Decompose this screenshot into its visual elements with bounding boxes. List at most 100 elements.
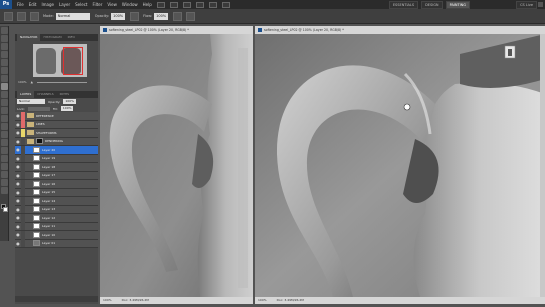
layer-row[interactable]: ● Layer 13 [15, 205, 98, 214]
cs-live-button[interactable]: CS Live [516, 1, 537, 9]
tab-paths[interactable]: PATHS [57, 91, 72, 98]
navigator-zoom-row: 100% ▲ [18, 79, 98, 85]
layer-row[interactable]: ● Layer 14 [15, 196, 98, 206]
document-tab-right[interactable]: softening_steel_LP02 @ 100% (Layer 20, R… [255, 26, 545, 34]
healing-tool-icon[interactable] [0, 75, 8, 82]
layer-row[interactable]: ● Layer 12 [15, 213, 98, 223]
marquee-tool-icon[interactable] [0, 35, 8, 42]
blur-tool-icon[interactable] [0, 123, 8, 130]
layer-row[interactable]: ● Layer 15 [15, 188, 98, 197]
eraser-tool-icon[interactable] [0, 107, 8, 114]
workspace-painting[interactable]: PAINTING [445, 1, 470, 9]
brush-tool-icon[interactable] [4, 11, 13, 21]
menu-view[interactable]: View [107, 0, 117, 9]
vertical-scrollbar-right[interactable] [540, 34, 545, 297]
menu-layer[interactable]: Layer [59, 0, 70, 9]
layer-thumbnail [33, 189, 40, 196]
canvas-left[interactable] [100, 34, 253, 297]
tab-histogram[interactable]: HISTOGRAM [40, 34, 64, 41]
pen-tool-icon[interactable] [0, 139, 8, 146]
layer-row[interactable]: ● Layer 18 [15, 162, 98, 172]
gradient-tool-icon[interactable] [0, 115, 8, 122]
zoom-out-icon[interactable]: ▲ [31, 80, 33, 84]
pressure-size-icon[interactable] [186, 11, 196, 21]
minibridge-icon[interactable] [169, 1, 178, 8]
layer-group-row[interactable]: ● LINES [15, 120, 98, 129]
menu-file[interactable]: File [17, 0, 24, 9]
navigator-zoom-slider[interactable] [36, 81, 87, 83]
layer-row[interactable]: ● Layer 10 [15, 230, 98, 240]
type-tool-icon[interactable] [0, 147, 8, 154]
opacity-field[interactable]: 100% [111, 12, 126, 20]
navigator-zoom-value[interactable]: 100% [18, 80, 27, 84]
eyedropper-tool-icon[interactable] [0, 67, 8, 74]
menu-window[interactable]: Window [122, 0, 138, 9]
layer-thumbnail [33, 214, 40, 221]
quick-select-tool-icon[interactable] [0, 51, 8, 58]
layer-mask-thumbnail[interactable] [36, 138, 43, 145]
mode-select[interactable]: Normal [55, 12, 90, 20]
layer-color-label [21, 154, 25, 163]
hand-tool-icon[interactable] [195, 1, 204, 8]
shape-tool-icon[interactable] [0, 163, 8, 170]
pressure-opacity-icon[interactable] [130, 11, 140, 21]
tab-layers[interactable]: LAYERS [17, 91, 35, 98]
dodge-tool-icon[interactable] [0, 131, 8, 138]
layer-row[interactable]: ● Layer 19 [15, 154, 98, 163]
lock-icons[interactable] [27, 106, 50, 111]
menu-select[interactable]: Select [75, 0, 87, 9]
layer-color-label [21, 239, 25, 248]
layer-row[interactable]: ● Layer 17 [15, 171, 98, 180]
layer-opacity-label: Opacity: [48, 99, 61, 104]
brush-panel-icon[interactable] [30, 11, 39, 21]
bridge-icon[interactable] [156, 1, 165, 8]
layer-row[interactable]: ● Layer 20 [15, 145, 98, 155]
menu-edit[interactable]: Edit [29, 0, 37, 9]
zoom-field-right[interactable]: 100% [258, 297, 267, 304]
tab-channels[interactable]: CHANNELS [34, 91, 56, 98]
path-select-tool-icon[interactable] [0, 155, 8, 162]
brush-preset-icon[interactable] [17, 11, 26, 21]
layer-opacity-field[interactable]: 100% [63, 99, 76, 104]
workspace-essentials[interactable]: ESSENTIALS [388, 1, 419, 9]
layer-row[interactable]: ● Layer 11 [15, 222, 98, 231]
navigator-thumbnail[interactable] [33, 44, 87, 77]
screen-mode-icon[interactable] [221, 1, 230, 8]
layer-group-row[interactable]: ● REFERENCE [15, 111, 98, 121]
tab-navigator[interactable]: NAVIGATOR [17, 34, 41, 41]
brush-tool-icon[interactable] [0, 83, 8, 90]
hand-tool-icon[interactable] [0, 179, 8, 186]
layer-group-row[interactable]: ● SHAPEFORMS [15, 128, 98, 138]
airbrush-icon[interactable] [173, 11, 183, 21]
zoom-level-icon[interactable] [182, 1, 191, 8]
trash-icon-body [508, 49, 512, 56]
history-brush-tool-icon[interactable] [0, 99, 8, 106]
layer-row[interactable]: ● Layer 01 [15, 239, 98, 248]
window-controls[interactable] [538, 2, 543, 7]
flow-field[interactable]: 100% [154, 12, 169, 20]
canvas-right[interactable] [255, 34, 545, 297]
fill-field[interactable]: 100% [60, 106, 74, 111]
document-icon [103, 28, 107, 32]
workspace-design[interactable]: DESIGN [421, 1, 443, 9]
layer-color-label [21, 222, 25, 231]
zoom-tool-icon[interactable] [0, 187, 8, 194]
3d-tool-icon[interactable] [0, 171, 8, 178]
layer-row[interactable]: ● Layer 16 [15, 179, 98, 189]
lasso-tool-icon[interactable] [0, 43, 8, 50]
menu-help[interactable]: Help [143, 0, 152, 9]
document-tab-left[interactable]: softening_steel_LP02 @ 100% (Layer 20, R… [100, 26, 253, 34]
menu-image[interactable]: Image [41, 0, 54, 9]
navigator-view-box[interactable] [63, 47, 83, 75]
clone-stamp-tool-icon[interactable] [0, 91, 8, 98]
arrange-documents-icon[interactable] [208, 1, 217, 8]
zoom-field-left[interactable]: 100% [103, 297, 112, 304]
blend-mode-select[interactable]: Normal [17, 99, 45, 104]
menu-filter[interactable]: Filter [92, 0, 102, 9]
background-color-swatch[interactable] [3, 207, 8, 212]
move-tool-icon[interactable] [0, 27, 8, 34]
crop-tool-icon[interactable] [0, 59, 8, 66]
tab-info[interactable]: INFO [65, 34, 78, 41]
layer-group-row[interactable]: ● RENDERING [15, 137, 98, 146]
scroll-track-left[interactable] [238, 48, 248, 288]
